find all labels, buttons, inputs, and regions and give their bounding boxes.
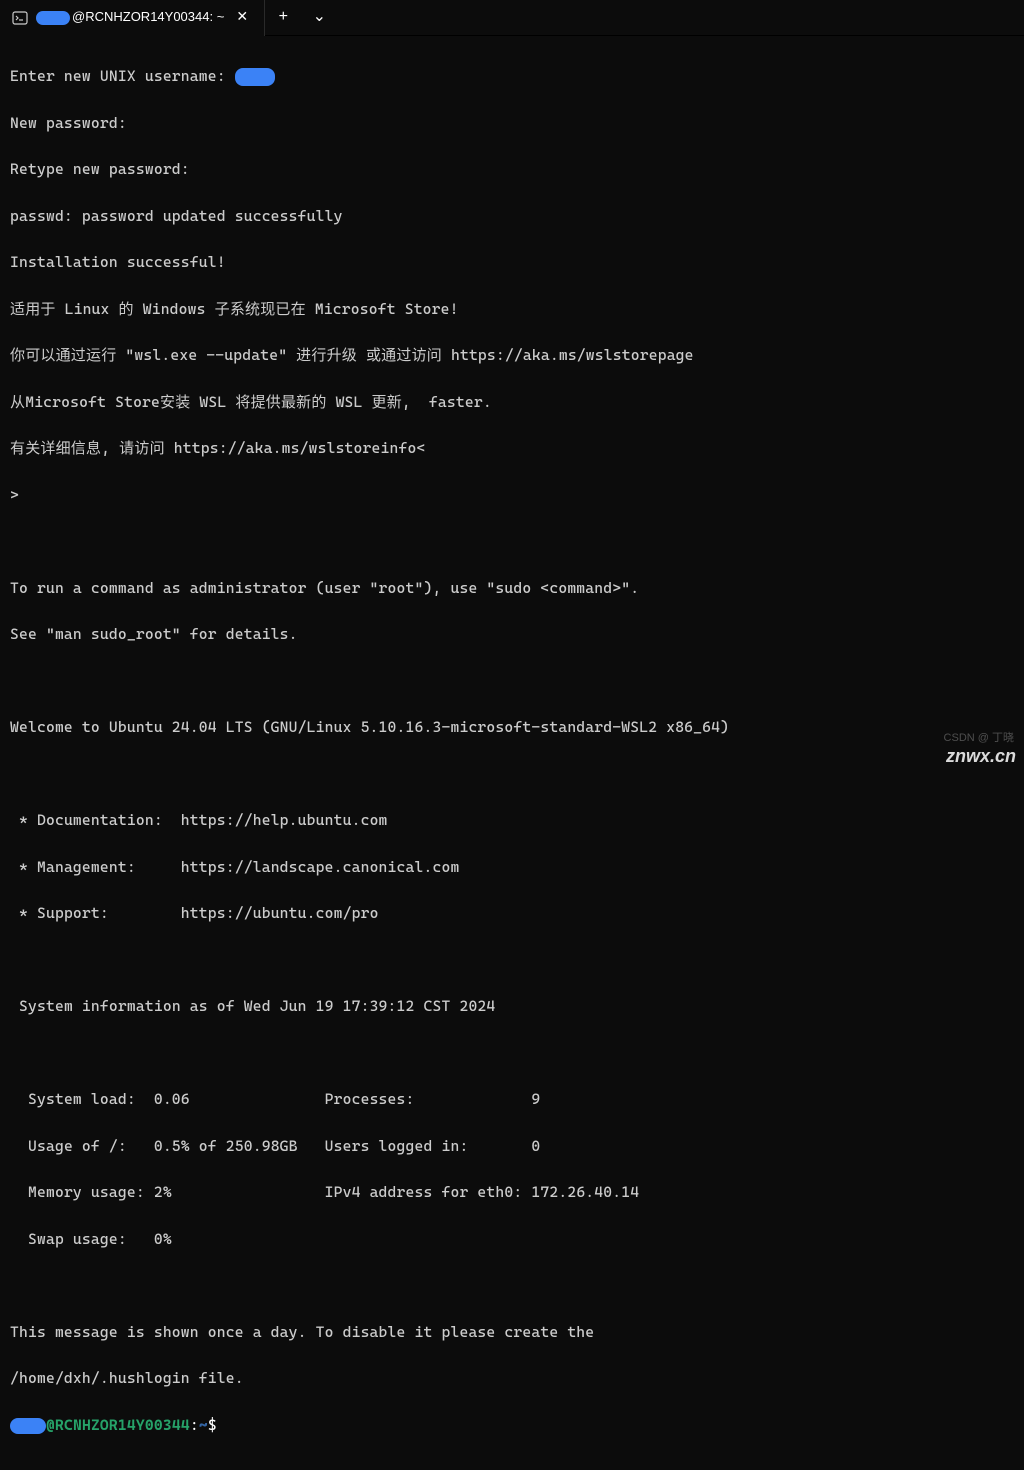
output-line: Retype new password: <box>10 158 1014 181</box>
output-line: > <box>10 484 1014 507</box>
prompt-line[interactable]: @RCNHZOR14Y00344:~$ <box>10 1414 1014 1437</box>
output-line: System information as of Wed Jun 19 17:3… <box>10 995 1014 1018</box>
title-bar: @RCNHZOR14Y00344: ~ ✕ + ⌄ <box>0 0 1024 36</box>
redacted-username <box>36 11 70 25</box>
output-line: Swap usage: 0% <box>10 1228 1014 1251</box>
watermark-znwx: znwx.cn <box>946 743 1016 771</box>
tab-dropdown-button[interactable]: ⌄ <box>301 0 337 36</box>
output-line: System load: 0.06 Processes: 9 <box>10 1088 1014 1111</box>
redacted-username <box>10 1418 46 1434</box>
output-line <box>10 1274 1014 1297</box>
output-line: See "man sudo_root" for details. <box>10 623 1014 646</box>
output-line: * Documentation: https://help.ubuntu.com <box>10 809 1014 832</box>
output-line: This message is shown once a day. To dis… <box>10 1321 1014 1344</box>
output-line: To run a command as administrator (user … <box>10 577 1014 600</box>
redacted-username <box>235 68 275 86</box>
terminal-output[interactable]: Enter new UNIX username: New password: R… <box>0 36 1024 1470</box>
prompt-colon: : <box>190 1416 199 1434</box>
output-line <box>10 530 1014 553</box>
prompt-path: ~ <box>199 1416 208 1434</box>
output-line <box>10 949 1014 972</box>
output-line: Welcome to Ubuntu 24.04 LTS (GNU/Linux 5… <box>10 716 1014 739</box>
output-line: * Support: https://ubuntu.com/pro <box>10 902 1014 925</box>
output-line: /home/dxh/.hushlogin file. <box>10 1367 1014 1390</box>
terminal-tab[interactable]: @RCNHZOR14Y00344: ~ ✕ <box>0 0 265 36</box>
output-line: Enter new UNIX username: <box>10 65 1014 88</box>
output-line: 有关详细信息, 请访问 https://aka.ms/wslstoreinfo< <box>10 437 1014 460</box>
output-line: * Management: https://landscape.canonica… <box>10 856 1014 879</box>
output-line: Memory usage: 2% IPv4 address for eth0: … <box>10 1181 1014 1204</box>
prompt-host: @RCNHZOR14Y00344 <box>46 1416 190 1434</box>
terminal-icon <box>12 10 28 26</box>
output-line: 适用于 Linux 的 Windows 子系统现已在 Microsoft Sto… <box>10 298 1014 321</box>
output-line: Installation successful! <box>10 251 1014 274</box>
output-line: New password: <box>10 112 1014 135</box>
output-line: passwd: password updated successfully <box>10 205 1014 228</box>
output-line <box>10 1042 1014 1065</box>
output-line <box>10 670 1014 693</box>
output-line: 你可以通过运行 "wsl.exe --update" 进行升级 或通过访问 ht… <box>10 344 1014 367</box>
tab-title: @RCNHZOR14Y00344: ~ <box>36 7 224 27</box>
output-line: 从Microsoft Store安装 WSL 将提供最新的 WSL 更新, fa… <box>10 391 1014 414</box>
tab-close-button[interactable]: ✕ <box>232 8 252 28</box>
output-line: Usage of /: 0.5% of 250.98GB Users logge… <box>10 1135 1014 1158</box>
output-line <box>10 763 1014 786</box>
prompt-dollar: $ <box>208 1416 217 1434</box>
new-tab-button[interactable]: + <box>265 0 301 36</box>
